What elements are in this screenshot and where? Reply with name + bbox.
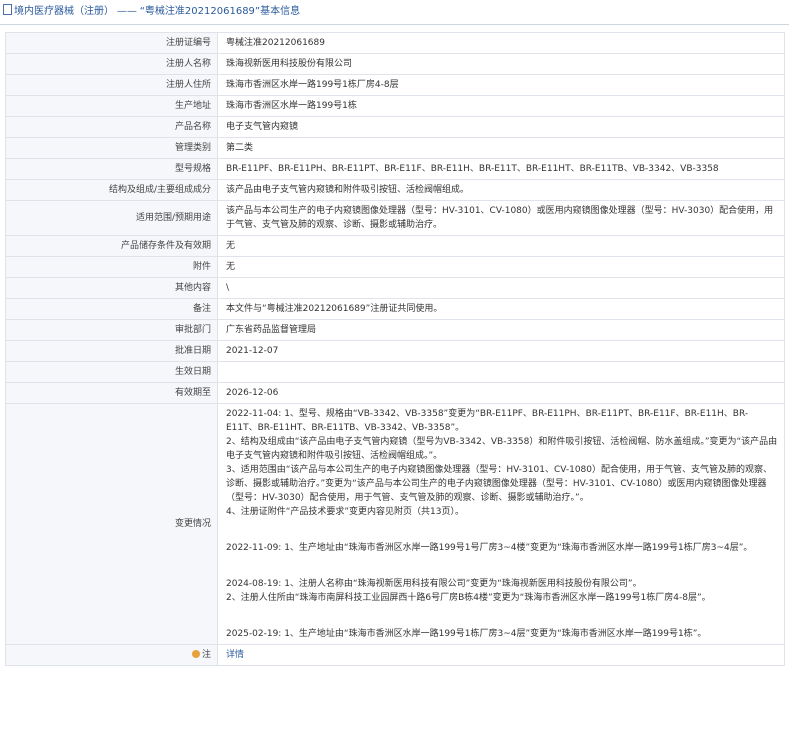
change-entry: 2022-11-09: 1、生产地址由“珠海市香洲区水岸一路199号1号厂房3~… xyxy=(226,543,753,553)
table-row: 产品储存条件及有效期 无 xyxy=(5,235,785,257)
table-row: 适用范围/预期用途 该产品与本公司生产的电子内窥镜图像处理器（型号：HV-310… xyxy=(5,200,785,236)
approval-department: 广东省药品监督管理局 xyxy=(217,319,785,341)
info-icon xyxy=(191,650,200,658)
change-history: 2022-11-04: 1、型号、规格由“VB-3342、VB-3358”变更为… xyxy=(217,403,785,645)
registration-number: 粤械注准20212061689 xyxy=(217,32,785,54)
table-row: 注册人名称 珠海视新医用科技股份有限公司 xyxy=(5,53,785,75)
change-entry: 4、注册证附件“产品技术要求”变更内容见附页（共13页）。 xyxy=(226,507,465,517)
info-table: 注册证编号 粤械注准20212061689 注册人名称 珠海视新医用科技股份有限… xyxy=(5,32,785,666)
field-label: 生产地址 xyxy=(5,95,218,117)
field-label: 变更情况 xyxy=(5,403,218,645)
field-label: 结构及组成/主要组成成分 xyxy=(5,179,218,201)
field-label: 注 xyxy=(201,650,211,660)
details-link[interactable]: 详情 xyxy=(226,650,244,660)
table-row: 注 详情 xyxy=(5,644,785,666)
field-label: 批准日期 xyxy=(5,340,218,362)
structure-composition: 该产品由电子支气管内窥镜和附件吸引按钮、活检阀帽组成。 xyxy=(217,179,785,201)
field-label: 注册证编号 xyxy=(5,32,218,54)
table-row: 有效期至 2026-12-06 xyxy=(5,382,785,404)
model-spec: BR-E11PF、BR-E11PH、BR-E11PT、BR-E11F、BR-E1… xyxy=(217,158,785,180)
document-icon xyxy=(3,4,12,15)
change-entry: 2022-11-04: 1、型号、规格由“VB-3342、VB-3358”变更为… xyxy=(226,409,749,433)
field-label: 注册人住所 xyxy=(5,74,218,96)
approval-date: 2021-12-07 xyxy=(217,340,785,362)
field-label: 适用范围/预期用途 xyxy=(5,200,218,236)
field-label: 附件 xyxy=(5,256,218,278)
table-row: 附件 无 xyxy=(5,256,785,278)
management-class: 第二类 xyxy=(217,137,785,159)
change-entry: 2、结构及组成由“该产品由电子支气管内窥镜（型号为VB-3342、VB-3358… xyxy=(226,437,778,461)
storage-conditions: 无 xyxy=(217,235,785,257)
table-row: 备注 本文件与“粤械注准20212061689”注册证共同使用。 xyxy=(5,298,785,320)
change-entry: 2024-08-19: 1、注册人名称由“珠海视新医用科技有限公司”变更为“珠海… xyxy=(226,579,642,589)
field-label: 其他内容 xyxy=(5,277,218,299)
table-row: 批准日期 2021-12-07 xyxy=(5,340,785,362)
product-name: 电子支气管内窥镜 xyxy=(217,116,785,138)
table-row: 注册人住所 珠海市香洲区水岸一路199号1栋厂房4-8层 xyxy=(5,74,785,96)
table-row: 生产地址 珠海市香洲区水岸一路199号1栋 xyxy=(5,95,785,117)
expiry-date: 2026-12-06 xyxy=(217,382,785,404)
intended-use: 该产品与本公司生产的电子内窥镜图像处理器（型号：HV-3101、CV-1080）… xyxy=(217,200,785,236)
field-label: 型号规格 xyxy=(5,158,218,180)
field-label: 产品储存条件及有效期 xyxy=(5,235,218,257)
field-label: 生效日期 xyxy=(5,361,218,383)
change-entry: 2025-02-19: 1、生产地址由“珠海市香洲区水岸一路199号1栋厂房3~… xyxy=(226,629,707,639)
header-prefix: 境内医疗器械（注册） xyxy=(14,6,114,17)
table-row: 变更情况 2022-11-04: 1、型号、规格由“VB-3342、VB-335… xyxy=(5,403,785,645)
note-cell: 详情 xyxy=(217,644,785,666)
header-separator: —— xyxy=(116,6,137,17)
other-content: \ xyxy=(217,277,785,299)
change-entry: 3、适用范围由“该产品与本公司生产的电子内窥镜图像处理器（型号：HV-3101、… xyxy=(226,465,773,503)
page-header: 境内医疗器械（注册） —— “粤械注准20212061689”基本信息 xyxy=(0,0,789,25)
field-label: 注册人名称 xyxy=(5,53,218,75)
field-label: 产品名称 xyxy=(5,116,218,138)
table-row: 型号规格 BR-E11PF、BR-E11PH、BR-E11PT、BR-E11F、… xyxy=(5,158,785,180)
page-title: “粤械注准20212061689”基本信息 xyxy=(139,6,301,17)
registrant-name: 珠海视新医用科技股份有限公司 xyxy=(217,53,785,75)
table-row: 注册证编号 粤械注准20212061689 xyxy=(5,32,785,54)
field-label: 管理类别 xyxy=(5,137,218,159)
remark: 本文件与“粤械注准20212061689”注册证共同使用。 xyxy=(217,298,785,320)
production-address: 珠海市香洲区水岸一路199号1栋 xyxy=(217,95,785,117)
field-label: 备注 xyxy=(5,298,218,320)
effective-date xyxy=(217,361,785,383)
table-row: 审批部门 广东省药品监督管理局 xyxy=(5,319,785,341)
change-entry: 2、注册人住所由“珠海市南屏科技工业园屏西十路6号厂房B栋4楼”变更为“珠海市香… xyxy=(226,593,711,603)
table-row: 生效日期 xyxy=(5,361,785,383)
field-label: 审批部门 xyxy=(5,319,218,341)
note-label-cell: 注 xyxy=(5,644,218,666)
attachment: 无 xyxy=(217,256,785,278)
table-row: 管理类别 第二类 xyxy=(5,137,785,159)
table-row: 产品名称 电子支气管内窥镜 xyxy=(5,116,785,138)
table-row: 结构及组成/主要组成成分 该产品由电子支气管内窥镜和附件吸引按钮、活检阀帽组成。 xyxy=(5,179,785,201)
field-label: 有效期至 xyxy=(5,382,218,404)
registrant-address: 珠海市香洲区水岸一路199号1栋厂房4-8层 xyxy=(217,74,785,96)
table-row: 其他内容 \ xyxy=(5,277,785,299)
